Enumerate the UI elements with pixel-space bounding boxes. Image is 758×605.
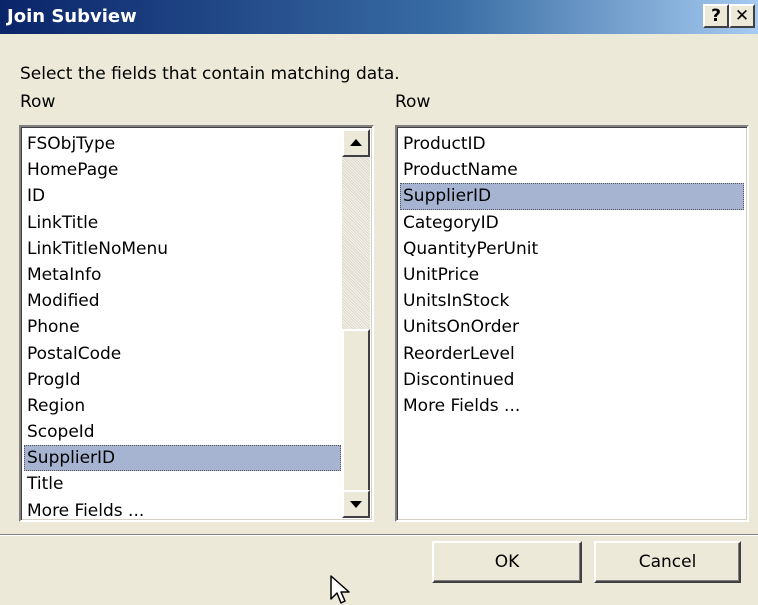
- arrow-up-icon: [350, 139, 362, 146]
- left-list-item[interactable]: LinkTitle: [24, 210, 341, 236]
- right-list-item[interactable]: ProductID: [400, 131, 744, 157]
- right-list-item[interactable]: QuantityPerUnit: [400, 236, 744, 262]
- right-field-list[interactable]: ProductID ProductName SupplierID CategoryID…: [395, 125, 749, 522]
- right-list-item[interactable]: UnitsOnOrder: [400, 314, 744, 340]
- left-list-item[interactable]: LinkTitleNoMenu: [24, 236, 341, 262]
- scroll-thumb[interactable]: [342, 329, 370, 492]
- right-list-items: ProductID ProductName SupplierID CategoryID…: [400, 131, 744, 419]
- right-list-item[interactable]: More Fields ...: [400, 393, 744, 419]
- separator: [0, 534, 758, 536]
- right-list-item[interactable]: ProductName: [400, 157, 744, 183]
- right-list-item[interactable]: CategoryID: [400, 210, 744, 236]
- left-list-item[interactable]: Modified: [24, 288, 341, 314]
- scroll-down-button[interactable]: [342, 490, 370, 518]
- mouse-cursor-icon: [330, 575, 350, 604]
- ok-button[interactable]: OK: [432, 541, 582, 583]
- left-list-label: Row: [20, 92, 56, 112]
- right-list-label: Row: [395, 92, 431, 112]
- title-bar: Join Subview ? ✕: [0, 0, 758, 34]
- left-list-item[interactable]: Region: [24, 393, 341, 419]
- left-list-item[interactable]: ScopeId: [24, 419, 341, 445]
- left-list-items: FSObjType HomePage ID LinkTitle LinkTitleNoM…: [24, 131, 341, 520]
- instruction-text: Select the fields that contain matching …: [20, 64, 400, 84]
- arrow-down-icon: [350, 501, 362, 508]
- right-list-item[interactable]: Discontinued: [400, 367, 744, 393]
- help-icon: ?: [711, 5, 721, 26]
- right-list-item[interactable]: UnitPrice: [400, 262, 744, 288]
- close-button[interactable]: ✕: [729, 4, 755, 28]
- close-icon: ✕: [734, 5, 750, 26]
- left-list-item[interactable]: MetaInfo: [24, 262, 341, 288]
- left-list-item[interactable]: PostalCode: [24, 341, 341, 367]
- left-list-item[interactable]: ID: [24, 183, 341, 209]
- left-list-item[interactable]: Phone: [24, 314, 341, 340]
- right-list-item[interactable]: SupplierID: [400, 183, 744, 210]
- right-list-item[interactable]: ReorderLevel: [400, 341, 744, 367]
- left-list-item[interactable]: HomePage: [24, 157, 341, 183]
- scroll-up-button[interactable]: [342, 129, 370, 157]
- left-list-item[interactable]: SupplierID: [24, 445, 341, 472]
- left-list-item[interactable]: FSObjType: [24, 131, 341, 157]
- cancel-button[interactable]: Cancel: [594, 541, 741, 583]
- help-button[interactable]: ?: [703, 4, 729, 28]
- right-list-item[interactable]: UnitsInStock: [400, 288, 744, 314]
- window-title: Join Subview: [7, 6, 137, 27]
- left-list-item[interactable]: Title: [24, 471, 341, 497]
- left-list-item[interactable]: More Fields ...: [24, 498, 341, 520]
- left-list-scrollbar[interactable]: [342, 129, 370, 518]
- left-list-item[interactable]: ProgId: [24, 367, 341, 393]
- left-field-list[interactable]: FSObjType HomePage ID LinkTitle LinkTitleNoM…: [19, 125, 374, 522]
